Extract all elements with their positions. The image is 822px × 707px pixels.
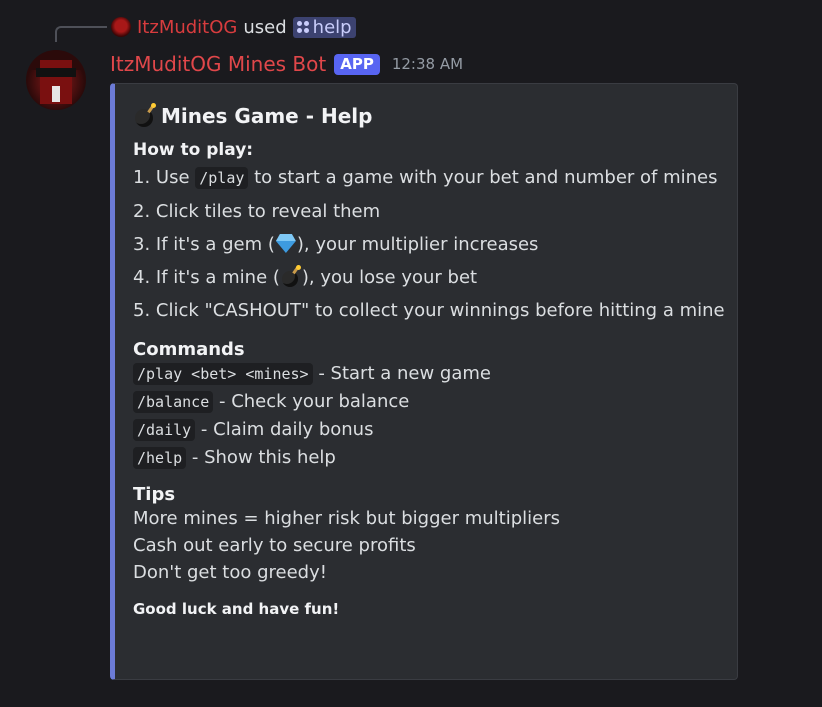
- step-4: 4. If it's a mine (), you lose your bet: [133, 265, 478, 288]
- step-3: 3. If it's a gem (), your multiplier inc…: [133, 233, 539, 255]
- tip-item: Cash out early to secure profits: [133, 535, 416, 556]
- command-name: help: [312, 16, 352, 38]
- step-5: 5. Click "CASHOUT" to collect your winni…: [133, 300, 725, 321]
- tip-item: More mines = higher risk but bigger mult…: [133, 508, 560, 529]
- command-row: /play <bet> <mines> - Start a new game: [133, 360, 727, 388]
- bomb-icon: [133, 103, 159, 129]
- embed-title-text: Mines Game - Help: [161, 104, 373, 128]
- reply-user-avatar[interactable]: [111, 17, 131, 37]
- command-code: /balance: [133, 391, 214, 413]
- timestamp[interactable]: 12:38 AM: [392, 55, 463, 73]
- inline-code: /play: [195, 167, 249, 189]
- how-to-play-heading: How to play:: [133, 140, 254, 160]
- command-row: /help - Show this help: [133, 444, 727, 472]
- help-embed: Mines Game - Help How to play: 1. Use /p…: [110, 83, 738, 680]
- bomb-icon: [280, 265, 302, 287]
- step-2: 2. Click tiles to reveal them: [133, 201, 381, 222]
- tips-heading: Tips: [133, 484, 176, 505]
- command-row: /balance - Check your balance: [133, 388, 727, 416]
- bot-avatar[interactable]: [26, 50, 86, 110]
- slash-command-icon: [296, 21, 309, 33]
- command-code: /play <bet> <mines>: [133, 363, 313, 385]
- message-header: ItzMuditOG Mines Bot APP 12:38 AM: [110, 50, 463, 78]
- command-row: /daily - Claim daily bonus: [133, 416, 727, 444]
- reply-used-text: used: [243, 16, 287, 38]
- command-pill[interactable]: help: [292, 16, 356, 38]
- embed-footer-text: Good luck and have fun!: [133, 600, 340, 618]
- reply-username[interactable]: ItzMuditOG: [137, 17, 237, 38]
- gem-icon: [275, 233, 297, 253]
- bot-name[interactable]: ItzMuditOG Mines Bot: [110, 52, 326, 76]
- reply-spine: [55, 26, 107, 42]
- step-1: 1. Use /play to start a game with your b…: [133, 167, 718, 189]
- app-badge: APP: [334, 53, 380, 75]
- reply-context[interactable]: ItzMuditOG used help: [111, 14, 356, 40]
- command-code: /help: [133, 447, 187, 469]
- tip-item: Don't get too greedy!: [133, 562, 327, 583]
- commands-heading: Commands: [133, 339, 245, 360]
- command-code: /daily: [133, 419, 196, 441]
- embed-title: Mines Game - Help: [133, 100, 727, 132]
